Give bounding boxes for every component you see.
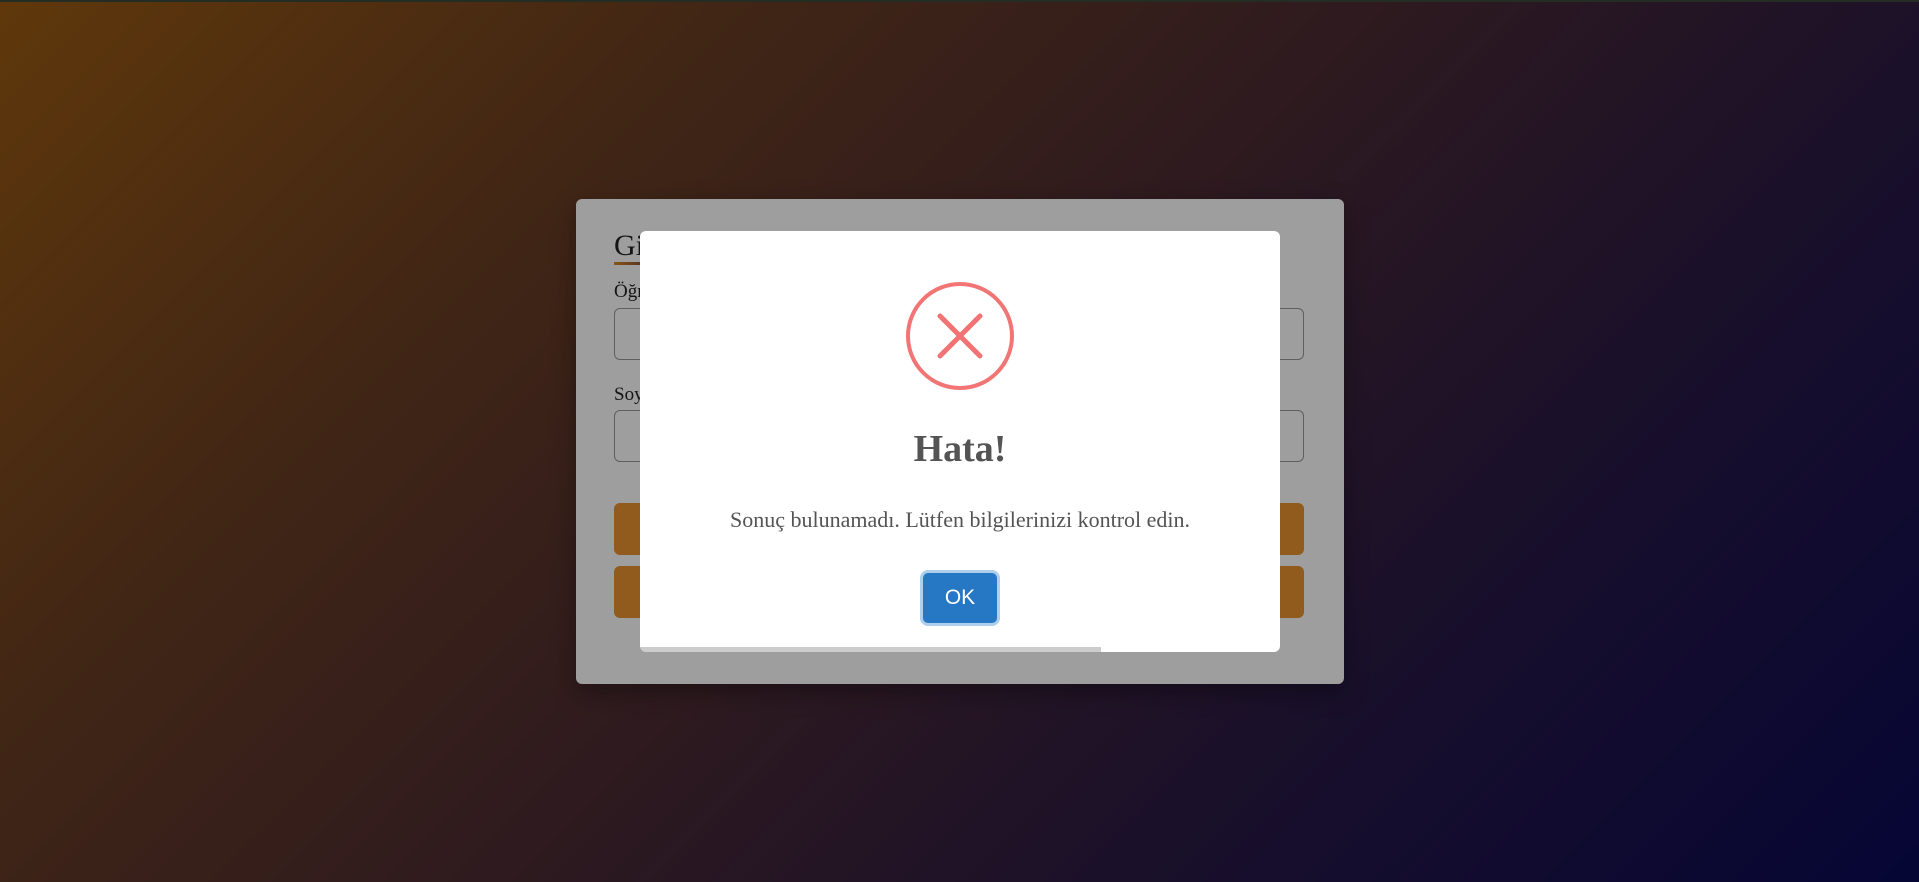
error-dialog: Hata! Sonuç bulunamadı. Lütfen bilgileri… (640, 231, 1280, 652)
error-x-icon (906, 282, 1014, 390)
timer-progress-bar (640, 647, 1101, 652)
dialog-message: Sonuç bulunamadı. Lütfen bilgilerinizi k… (729, 507, 1191, 532)
ok-button[interactable]: OK (923, 573, 997, 623)
dialog-title: Hata! (913, 428, 1007, 470)
